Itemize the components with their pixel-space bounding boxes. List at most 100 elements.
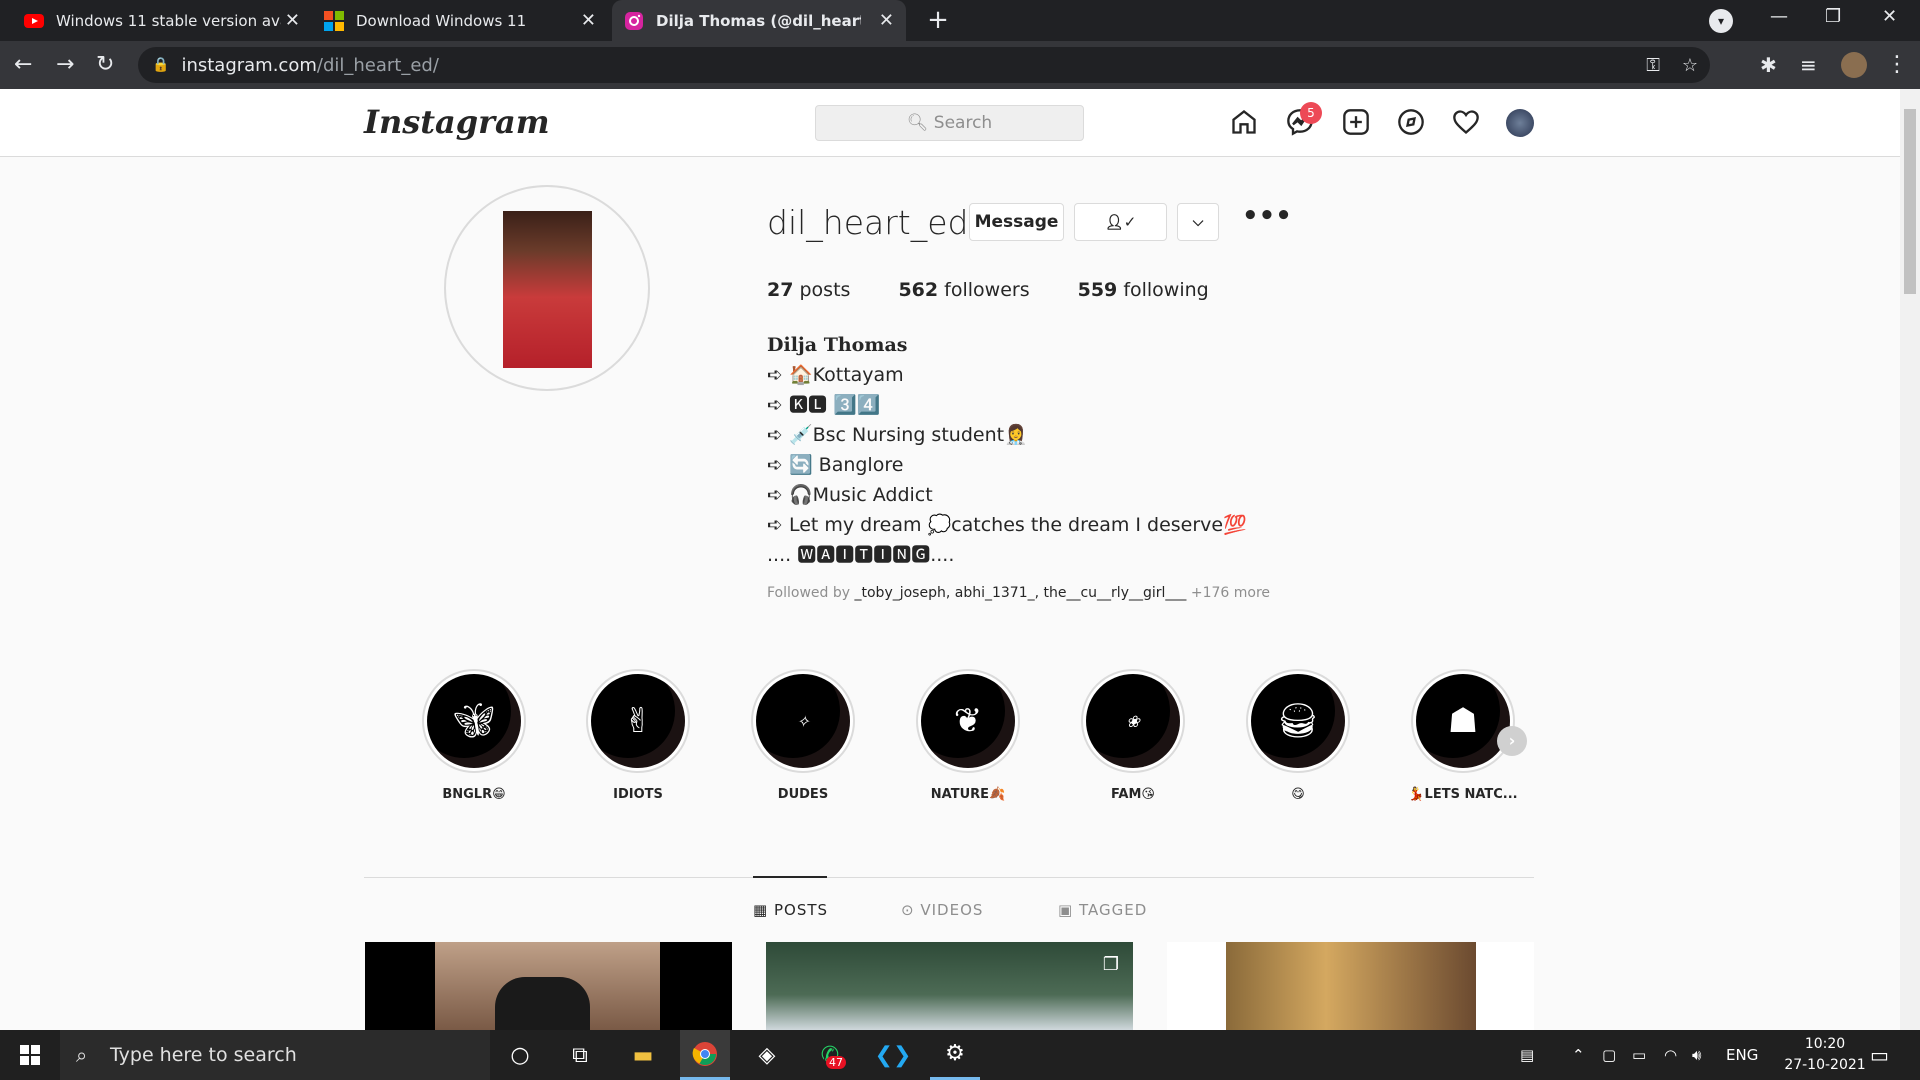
followed-by[interactable]: Followed by _toby_joseph, abhi_1371_, th… bbox=[767, 585, 1270, 601]
messenger-badge: 5 bbox=[1300, 102, 1322, 124]
paint-3d-icon[interactable]: ◈ bbox=[742, 1030, 792, 1080]
story-highlight[interactable]: 🍔︎ 😋 bbox=[1238, 669, 1358, 802]
highlight-ring: 🍔︎ bbox=[1246, 669, 1350, 773]
instagram-icon bbox=[625, 11, 643, 30]
browser-tab-active[interactable]: Dilja Thomas (@dil_heart_ed) • I ✕ bbox=[612, 0, 906, 41]
browser-toolbar: ← → ↻ 🔒 instagram.com/dil_heart_ed/ ⚿ ☆ … bbox=[0, 41, 1920, 89]
followers-stat[interactable]: 562 followers bbox=[898, 279, 1029, 301]
tab-tagged[interactable]: ▣ TAGGED bbox=[1058, 901, 1147, 919]
taskbar-search-input[interactable]: ⌕ Type here to search bbox=[60, 1030, 490, 1080]
close-tab-icon[interactable]: ✕ bbox=[581, 10, 596, 31]
microsoft-icon bbox=[324, 10, 344, 31]
followed-by-names: _toby_joseph, abhi_1371_, the__cu__rly__… bbox=[854, 585, 1187, 601]
url-host: instagram.com bbox=[181, 54, 317, 76]
play-icon: ⊙ bbox=[901, 901, 915, 919]
story-highlight[interactable]: ✧ DUDES bbox=[743, 669, 863, 802]
search-input[interactable]: 🔍︎ Search bbox=[815, 105, 1084, 141]
scrollbar-thumb[interactable] bbox=[1904, 109, 1916, 294]
media-control-icon[interactable]: ≡ bbox=[1800, 51, 1817, 79]
tab-videos[interactable]: ⊙ VIDEOS bbox=[901, 901, 983, 919]
tab-posts[interactable]: ▦ POSTS bbox=[753, 901, 828, 919]
highlight-label: DUDES bbox=[777, 787, 829, 802]
file-explorer-icon[interactable]: ▬ bbox=[618, 1030, 668, 1080]
bio-line: .... 🆆🅰🅸🆃🅸🅽🅶.... bbox=[767, 544, 955, 566]
home-icon[interactable] bbox=[1228, 106, 1260, 138]
followers-count: 562 bbox=[898, 279, 939, 301]
profile-full-name: Dilja Thomas bbox=[767, 334, 908, 356]
search-icon: ⌕ bbox=[76, 1043, 88, 1067]
extensions-icon[interactable]: ✱ bbox=[1760, 51, 1777, 79]
notifications-icon[interactable]: ▭ bbox=[1870, 1030, 1889, 1080]
story-highlight[interactable]: 🦋︎ BNGLR😁 bbox=[414, 669, 534, 802]
story-highlight[interactable]: ❀ FAM😘 bbox=[1073, 669, 1193, 802]
vscode-icon[interactable]: ❮❯ bbox=[868, 1030, 918, 1080]
forward-icon[interactable]: → bbox=[56, 51, 74, 79]
reload-icon[interactable]: ↻ bbox=[96, 51, 114, 79]
highlight-ring: ✌︎ bbox=[586, 669, 690, 773]
message-button[interactable]: Message bbox=[969, 203, 1064, 241]
minimize-icon[interactable]: — bbox=[1770, 6, 1788, 27]
windows-start-icon[interactable] bbox=[5, 1030, 55, 1080]
volume-icon[interactable]: 🔊︎ bbox=[1692, 1030, 1701, 1080]
browser-menu-icon[interactable]: ⋮ bbox=[1886, 51, 1908, 79]
story-highlight[interactable]: ❦ NATURE🍂 bbox=[908, 669, 1028, 802]
show-hidden-icons-icon[interactable]: ⌃ bbox=[1572, 1030, 1585, 1080]
profile-picture[interactable] bbox=[503, 211, 592, 368]
posts-stat[interactable]: 27 posts bbox=[767, 279, 850, 301]
more-options-icon[interactable]: ••• bbox=[1242, 201, 1292, 231]
cortana-icon[interactable]: ○ bbox=[495, 1030, 545, 1080]
tab-search-icon[interactable]: ▾ bbox=[1709, 9, 1733, 33]
battery-icon[interactable]: ▭ bbox=[1632, 1030, 1646, 1080]
clock-time: 10:20 bbox=[1804, 1036, 1846, 1052]
browser-tab[interactable]: Windows 11 stable version availa ✕ bbox=[12, 0, 312, 41]
page-scrollbar[interactable] bbox=[1900, 89, 1920, 1030]
following-stat[interactable]: 559 following bbox=[1078, 279, 1209, 301]
close-window-icon[interactable]: ✕ bbox=[1882, 6, 1897, 27]
key-icon[interactable]: ⚿ bbox=[1646, 55, 1660, 76]
following-button[interactable]: 👤︎✓ bbox=[1074, 203, 1167, 241]
tabs-divider bbox=[364, 877, 1534, 878]
bio-line: ➪ 🔄 Banglore bbox=[767, 454, 904, 476]
whatsapp-icon[interactable]: ✆ bbox=[805, 1030, 855, 1080]
taskbar-search-placeholder: Type here to search bbox=[110, 1044, 297, 1066]
settings-gear-icon[interactable]: ⚙ bbox=[930, 1030, 980, 1080]
story-highlight[interactable]: ✌︎ IDIOTS bbox=[578, 669, 698, 802]
close-tab-icon[interactable]: ✕ bbox=[879, 10, 894, 31]
followed-by-more: +176 more bbox=[1190, 585, 1271, 601]
followers-label: followers bbox=[944, 279, 1030, 301]
new-post-icon[interactable] bbox=[1340, 106, 1372, 138]
device-icon[interactable]: ▢ bbox=[1602, 1030, 1616, 1080]
windows-taskbar: ⌕ Type here to search ○ ⧉ ▬ ◈ ✆ 47 ❮❯ ⚙ … bbox=[0, 1030, 1920, 1080]
suggested-dropdown-button[interactable]: ⌵ bbox=[1177, 203, 1219, 241]
tab-videos-label: VIDEOS bbox=[920, 901, 984, 919]
search-placeholder: Search bbox=[933, 113, 993, 133]
chevron-down-icon: ⌵ bbox=[1192, 214, 1204, 230]
address-bar[interactable]: 🔒 instagram.com/dil_heart_ed/ ⚿ ☆ bbox=[138, 47, 1710, 83]
post-thumbnail[interactable] bbox=[1167, 942, 1534, 1030]
browser-tab[interactable]: Download Windows 11 ✕ bbox=[312, 0, 608, 41]
clock[interactable]: 10:20 27-10-2021 bbox=[1780, 1034, 1870, 1076]
chrome-icon[interactable] bbox=[680, 1030, 730, 1080]
profile-username: dil_heart_ed bbox=[767, 203, 969, 242]
highlights-next-arrow-icon[interactable]: › bbox=[1497, 726, 1527, 756]
bookmark-star-icon[interactable]: ☆ bbox=[1682, 55, 1698, 76]
news-icon[interactable]: ▤ bbox=[1520, 1030, 1534, 1080]
explore-compass-icon[interactable] bbox=[1395, 106, 1427, 138]
highlight-ring: 🦋︎ bbox=[422, 669, 526, 773]
instagram-logo[interactable]: Instagram bbox=[364, 103, 550, 141]
wifi-icon[interactable]: ◠ bbox=[1664, 1030, 1677, 1080]
youtube-icon bbox=[24, 13, 44, 28]
post-thumbnail[interactable]: ❐ bbox=[766, 942, 1133, 1030]
close-tab-icon[interactable]: ✕ bbox=[285, 10, 300, 31]
task-view-icon[interactable]: ⧉ bbox=[555, 1030, 605, 1080]
post-thumbnail[interactable] bbox=[365, 942, 732, 1030]
browser-profile-avatar[interactable] bbox=[1841, 52, 1867, 78]
dancing-people-icon: ☗ bbox=[1416, 674, 1510, 768]
restore-icon[interactable]: ❐ bbox=[1825, 6, 1841, 27]
activity-heart-icon[interactable] bbox=[1450, 106, 1482, 138]
new-tab-button[interactable]: + bbox=[922, 4, 954, 36]
language-indicator[interactable]: ENG bbox=[1726, 1030, 1758, 1080]
active-tab-indicator bbox=[753, 876, 827, 878]
back-icon[interactable]: ← bbox=[14, 51, 32, 79]
profile-avatar[interactable] bbox=[1506, 109, 1534, 137]
